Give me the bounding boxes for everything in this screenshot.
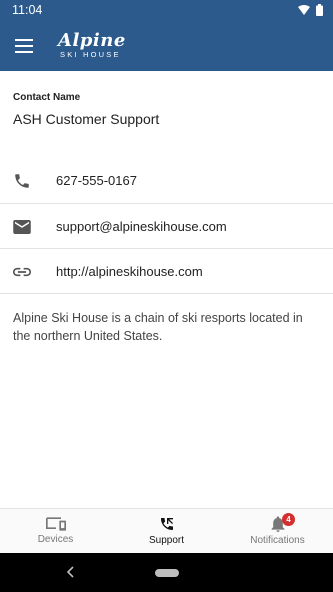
contact-name-label: Contact Name <box>13 92 81 103</box>
logo-main-text: Alpine <box>58 30 126 52</box>
logo-sub-text: SKI HOUSE <box>60 50 121 60</box>
divider <box>0 293 333 294</box>
contact-name-value: ASH Customer Support <box>13 111 160 127</box>
nav-label-notifications: Notifications <box>250 535 305 546</box>
bottom-navigation: Devices Support 4 Notifications <box>0 508 333 553</box>
app-logo: Alpine SKI HOUSE <box>58 32 126 59</box>
nav-item-support[interactable]: Support <box>111 509 222 553</box>
website-row[interactable]: http://alpineskihouse.com <box>0 249 333 294</box>
phone-icon <box>15 173 29 188</box>
email-row[interactable]: support@alpineskihouse.com <box>0 204 333 249</box>
contact-description: Alpine Ski House is a chain of ski respo… <box>13 311 303 343</box>
nav-item-notifications[interactable]: 4 Notifications <box>222 509 333 553</box>
wifi-icon <box>298 5 310 15</box>
status-bar: 11:04 <box>0 0 333 20</box>
back-chevron-icon[interactable] <box>63 564 79 580</box>
home-pill[interactable] <box>154 568 179 577</box>
status-time: 11:04 <box>12 3 43 17</box>
nav-label-devices: Devices <box>37 534 74 545</box>
link-icon <box>13 267 31 276</box>
app-bar: Alpine SKI HOUSE <box>0 20 333 71</box>
devices-icon <box>45 517 66 531</box>
notification-badge: 4 <box>281 513 295 526</box>
nav-label-support: Support <box>148 535 185 546</box>
phone-number: 627-555-0167 <box>56 173 137 188</box>
website-url: http://alpineskihouse.com <box>56 264 203 279</box>
nav-item-devices[interactable]: Devices <box>0 509 111 553</box>
phone-forward-icon <box>160 518 173 530</box>
phone-row[interactable]: 627-555-0167 <box>0 158 333 203</box>
contact-content: Contact Name ASH Customer Support 627-55… <box>0 71 333 508</box>
email-address: support@alpineskihouse.com <box>56 219 227 234</box>
email-icon <box>13 219 31 234</box>
hamburger-menu-icon <box>15 38 33 53</box>
system-navigation-bar <box>0 553 333 592</box>
menu-button[interactable] <box>0 20 48 71</box>
battery-icon <box>316 4 323 16</box>
status-icons <box>298 4 323 16</box>
